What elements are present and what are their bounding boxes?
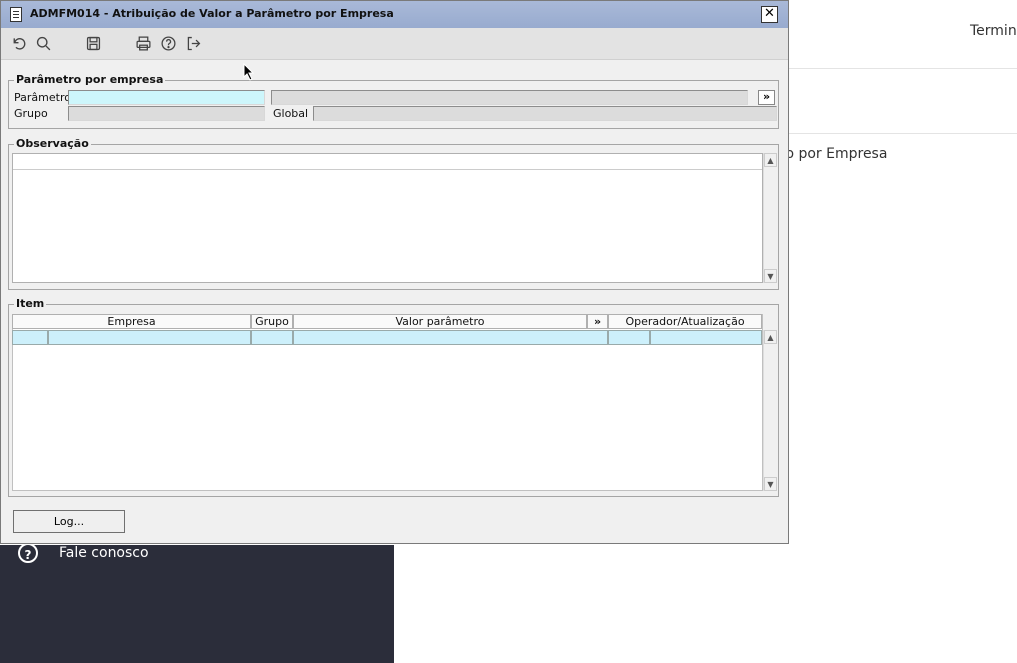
parametro-code-input[interactable] — [68, 90, 265, 105]
header-text: Termin — [970, 23, 1017, 39]
table-row-cell-empresa[interactable] — [48, 330, 251, 345]
column-empresa[interactable]: Empresa — [12, 314, 251, 329]
observacao-textarea[interactable] — [12, 153, 763, 283]
parametro-group-legend: Parâmetro por empresa — [14, 73, 166, 86]
dialog-titlebar[interactable]: ADMFM014 - Atribuição de Valor a Parâmet… — [1, 1, 788, 28]
undo-icon[interactable] — [8, 34, 28, 54]
parametro-lookup-button[interactable]: » — [758, 90, 775, 105]
observacao-first-line — [13, 154, 762, 170]
scroll-up-icon[interactable]: ▲ — [764, 153, 777, 167]
table-row-cell-grupo[interactable] — [251, 330, 293, 345]
item-scrollbar[interactable]: ▲ ▼ — [763, 330, 777, 491]
global-label: Global — [273, 107, 309, 120]
column-operador-atualizacao[interactable]: Operador/Atualização — [608, 314, 762, 329]
search-icon[interactable] — [33, 34, 53, 54]
toolbar — [1, 28, 788, 60]
help-icon[interactable] — [158, 34, 178, 54]
observacao-group-legend: Observação — [14, 137, 91, 150]
table-row-cell-indicator[interactable] — [12, 330, 48, 345]
observacao-scrollbar[interactable]: ▲ ▼ — [763, 153, 777, 283]
column-grupo[interactable]: Grupo — [251, 314, 293, 329]
table-row-cell-atualizacao[interactable] — [650, 330, 762, 345]
table-row-cell-operador[interactable] — [608, 330, 650, 345]
table-row-cell-valor[interactable] — [293, 330, 608, 345]
help-circle-icon: ? — [18, 543, 38, 563]
parameter-dialog: ADMFM014 - Atribuição de Valor a Parâmet… — [0, 0, 789, 544]
scroll-down-icon[interactable]: ▼ — [764, 269, 777, 283]
parametro-label: Parâmetro — [14, 91, 71, 104]
scroll-up-icon[interactable]: ▲ — [764, 330, 777, 344]
exit-icon[interactable] — [183, 34, 203, 54]
log-button[interactable]: Log... — [13, 510, 125, 533]
grupo-field — [68, 106, 265, 121]
mouse-cursor-icon — [243, 63, 255, 81]
close-button[interactable]: ✕ — [761, 6, 778, 23]
column-expand-button[interactable]: » — [587, 314, 608, 329]
column-valor-parametro[interactable]: Valor parâmetro — [293, 314, 587, 329]
global-field — [313, 106, 777, 121]
save-icon[interactable] — [83, 34, 103, 54]
breadcrumb: ro por Empresa — [780, 146, 888, 162]
dialog-title: ADMFM014 - Atribuição de Valor a Parâmet… — [30, 7, 394, 20]
document-icon — [10, 7, 22, 22]
item-group-legend: Item — [14, 297, 47, 310]
sidebar-item-fale-conosco[interactable]: Fale conosco — [59, 545, 149, 561]
sidebar — [0, 545, 394, 663]
grupo-label: Grupo — [14, 107, 48, 120]
parametro-description-field — [271, 90, 748, 105]
print-icon[interactable] — [133, 34, 153, 54]
scroll-down-icon[interactable]: ▼ — [764, 477, 777, 491]
